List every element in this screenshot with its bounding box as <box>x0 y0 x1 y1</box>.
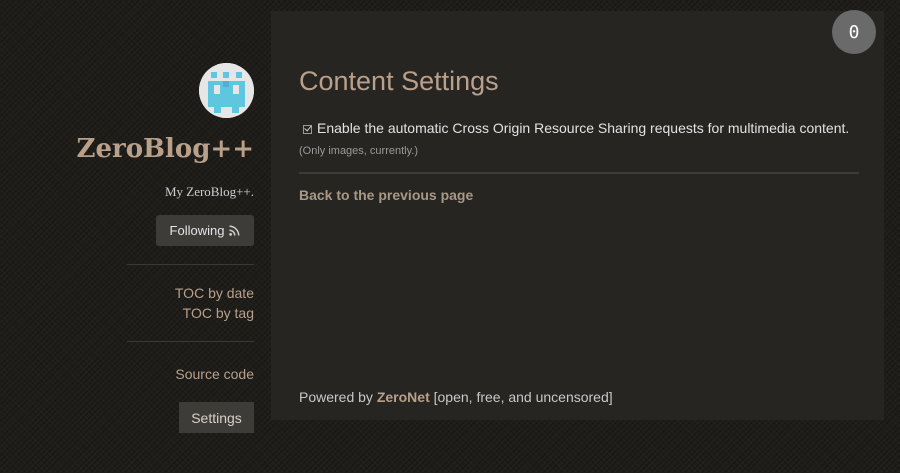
settings-button[interactable]: Settings <box>179 402 254 433</box>
follow-button-label: Following <box>169 223 225 238</box>
blog-title[interactable]: ZeroBlog++ <box>76 134 254 164</box>
rss-icon <box>229 225 240 236</box>
content-divider <box>299 172 859 174</box>
sidebar-divider <box>127 341 254 342</box>
footer: Powered by ZeroNet [open, free, and unce… <box>299 389 613 405</box>
sidebar-divider <box>127 264 254 265</box>
footer-prefix: Powered by <box>299 389 373 405</box>
avatar[interactable] <box>199 63 254 118</box>
toc-by-date-link[interactable]: TOC by date <box>175 285 254 301</box>
cors-checkbox[interactable] <box>303 125 312 134</box>
page-title: Content Settings <box>299 66 499 96</box>
footer-suffix: [open, free, and uncensored] <box>433 389 613 405</box>
source-code-link[interactable]: Source code <box>175 366 254 382</box>
toc-by-tag-link[interactable]: TOC by tag <box>183 305 254 321</box>
blog-description: My ZeroBlog++. <box>164 184 254 199</box>
follow-button[interactable]: Following <box>156 215 254 246</box>
zeronet-link[interactable]: ZeroNet <box>377 389 430 405</box>
cors-option-note: (Only images, currently.) <box>299 145 418 157</box>
cors-option-label[interactable]: Enable the automatic Cross Origin Resour… <box>317 120 849 136</box>
notification-counter[interactable]: 0 <box>832 10 876 54</box>
sidebar: ZeroBlog++ My ZeroBlog++. Following TOC … <box>0 0 254 473</box>
cors-option: Enable the automatic Cross Origin Resour… <box>299 118 859 162</box>
back-link[interactable]: Back to the previous page <box>299 187 473 203</box>
avatar-identicon-icon <box>199 63 254 118</box>
